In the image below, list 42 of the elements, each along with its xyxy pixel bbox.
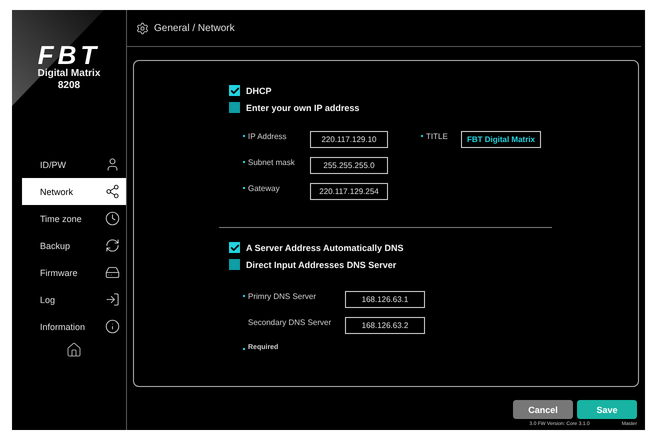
field-label: Secondary DNS Server <box>248 318 332 327</box>
input-field[interactable]: 168.126.63.2 <box>345 317 425 334</box>
field-label: IP Address <box>248 132 287 141</box>
checkbox[interactable] <box>229 242 240 253</box>
home-icon[interactable] <box>66 342 82 358</box>
brand-logo: FBT <box>38 42 100 68</box>
required-marker-icon <box>243 348 245 350</box>
sidebar-item[interactable]: Firmware <box>22 259 126 286</box>
checkbox-label: DHCP <box>246 86 272 96</box>
backup-icon <box>105 238 120 253</box>
product-name: Digital Matrix <box>38 68 100 80</box>
field-label: TITLE <box>426 132 448 141</box>
model-number: 8208 <box>58 80 80 92</box>
input-field[interactable]: 255.255.255.0 <box>310 157 388 174</box>
input-field[interactable]: FBT Digital Matrix <box>461 131 541 148</box>
checkbox[interactable] <box>229 85 240 96</box>
checkbox[interactable] <box>229 259 240 270</box>
checkbox-label: A Server Address Automatically DNS <box>246 242 404 252</box>
sidebar-item[interactable]: Network <box>22 178 126 205</box>
cancel-button[interactable]: Cancel <box>513 400 573 419</box>
clock-icon <box>105 211 120 226</box>
input-field[interactable]: 168.126.63.1 <box>345 291 425 308</box>
field-label: Gateway <box>248 184 280 193</box>
breadcrumb: General / Network <box>154 22 235 34</box>
sidebar-item[interactable]: ID/PW <box>22 151 126 178</box>
network-icon <box>105 184 120 199</box>
checkbox-label: Enter your own IP address <box>246 102 360 112</box>
sidebar-item[interactable]: Time zone <box>22 205 126 232</box>
checkbox[interactable] <box>229 102 240 113</box>
info-icon <box>105 319 120 334</box>
field-label: Subnet mask <box>248 158 295 167</box>
sidebar-item[interactable]: Backup <box>22 232 126 259</box>
sidebar-item[interactable]: Log <box>22 286 126 313</box>
firmware-icon <box>105 265 120 280</box>
input-field[interactable]: 220.117.129.10 <box>310 131 388 148</box>
user-icon <box>105 157 120 172</box>
log-icon <box>105 292 120 307</box>
settings-icon <box>136 22 149 34</box>
field-label: Primry DNS Server <box>248 292 316 301</box>
input-field[interactable]: 220.117.129.254 <box>310 183 388 200</box>
checkbox-label: Direct Input Addresses DNS Server <box>246 260 396 270</box>
sidebar-item[interactable]: Information <box>22 313 126 340</box>
